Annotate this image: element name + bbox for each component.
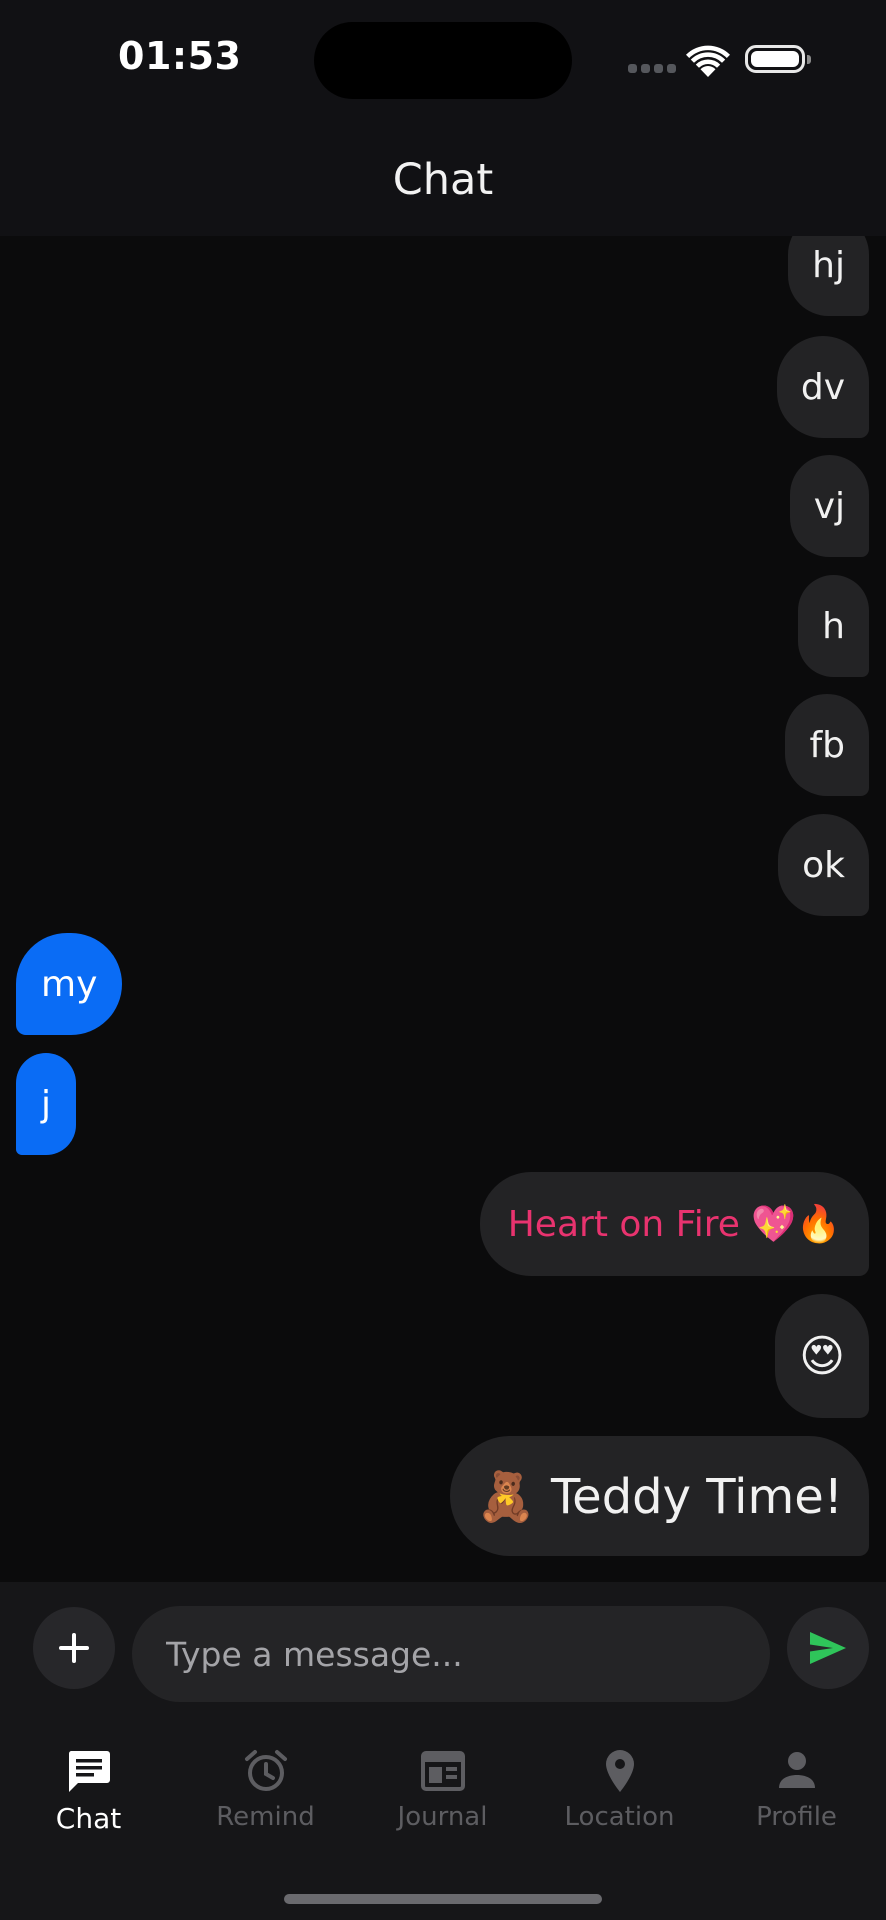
- message-bubble-incoming[interactable]: j: [16, 1053, 77, 1155]
- tab-location[interactable]: Location: [531, 1746, 708, 1866]
- battery-icon: [745, 45, 811, 73]
- message-input[interactable]: [132, 1606, 770, 1702]
- message-text: Heart on Fire 💖🔥: [507, 1204, 841, 1245]
- app-header: Chat: [0, 120, 886, 236]
- location-pin-icon: [595, 1746, 645, 1796]
- tab-chat[interactable]: Chat: [0, 1746, 177, 1866]
- message-bubble-outgoing[interactable]: vj: [789, 455, 869, 557]
- tab-label: Remind: [216, 1802, 315, 1832]
- tab-remind[interactable]: Remind: [177, 1746, 354, 1866]
- home-indicator[interactable]: [284, 1894, 602, 1904]
- message-bubble-outgoing[interactable]: dv: [776, 336, 869, 438]
- message-composer: [0, 1582, 886, 1724]
- tab-label: Location: [564, 1802, 675, 1832]
- dynamic-island: [314, 22, 572, 99]
- chat-bubble-icon: [64, 1746, 114, 1796]
- wifi-icon: [686, 45, 730, 77]
- send-icon: [810, 1632, 846, 1664]
- message-text: 😍: [799, 1330, 845, 1382]
- alarm-clock-icon: [241, 1746, 291, 1796]
- tab-profile[interactable]: Profile: [708, 1746, 885, 1866]
- message-bubble-outgoing[interactable]: ok: [778, 814, 869, 916]
- send-button[interactable]: [787, 1607, 869, 1689]
- message-bubble-outgoing[interactable]: h: [798, 575, 869, 677]
- message-bubble-incoming[interactable]: my: [16, 933, 123, 1035]
- message-text: my: [41, 963, 98, 1005]
- message-bubble-outgoing[interactable]: 😍: [775, 1294, 869, 1418]
- tab-label: Profile: [756, 1802, 837, 1832]
- message-bubble-outgoing[interactable]: fb: [785, 694, 869, 796]
- message-bubble-outgoing[interactable]: Heart on Fire 💖🔥: [479, 1172, 869, 1276]
- tab-label: Journal: [397, 1802, 488, 1832]
- message-text: j: [41, 1083, 52, 1125]
- message-text: ok: [802, 844, 845, 886]
- plus-icon: [59, 1633, 89, 1663]
- cellular-signal-icon: [628, 64, 676, 74]
- page-title: Chat: [392, 155, 494, 205]
- person-icon: [772, 1746, 822, 1796]
- message-text: dv: [800, 366, 845, 408]
- message-bubble-outgoing[interactable]: hj: [788, 236, 869, 316]
- tab-journal[interactable]: Journal: [354, 1746, 531, 1866]
- bottom-tab-bar: Chat Remind Journal Location Profile: [0, 1724, 886, 1920]
- tab-label: Chat: [55, 1802, 122, 1835]
- message-list[interactable]: hj dv vj h fb ok my j Heart on Fire 💖🔥 😍…: [0, 236, 886, 1582]
- journal-icon: [418, 1746, 468, 1796]
- status-bar: 01:53: [0, 0, 886, 120]
- message-bubble-outgoing[interactable]: 🧸 Teddy Time!: [449, 1436, 869, 1556]
- message-text: hj: [812, 244, 845, 286]
- add-attachment-button[interactable]: [33, 1607, 115, 1689]
- message-text: h: [822, 605, 845, 647]
- message-text: vj: [813, 485, 845, 527]
- message-text: fb: [809, 724, 845, 766]
- message-text: 🧸 Teddy Time!: [475, 1468, 843, 1525]
- status-time: 01:53: [118, 34, 242, 78]
